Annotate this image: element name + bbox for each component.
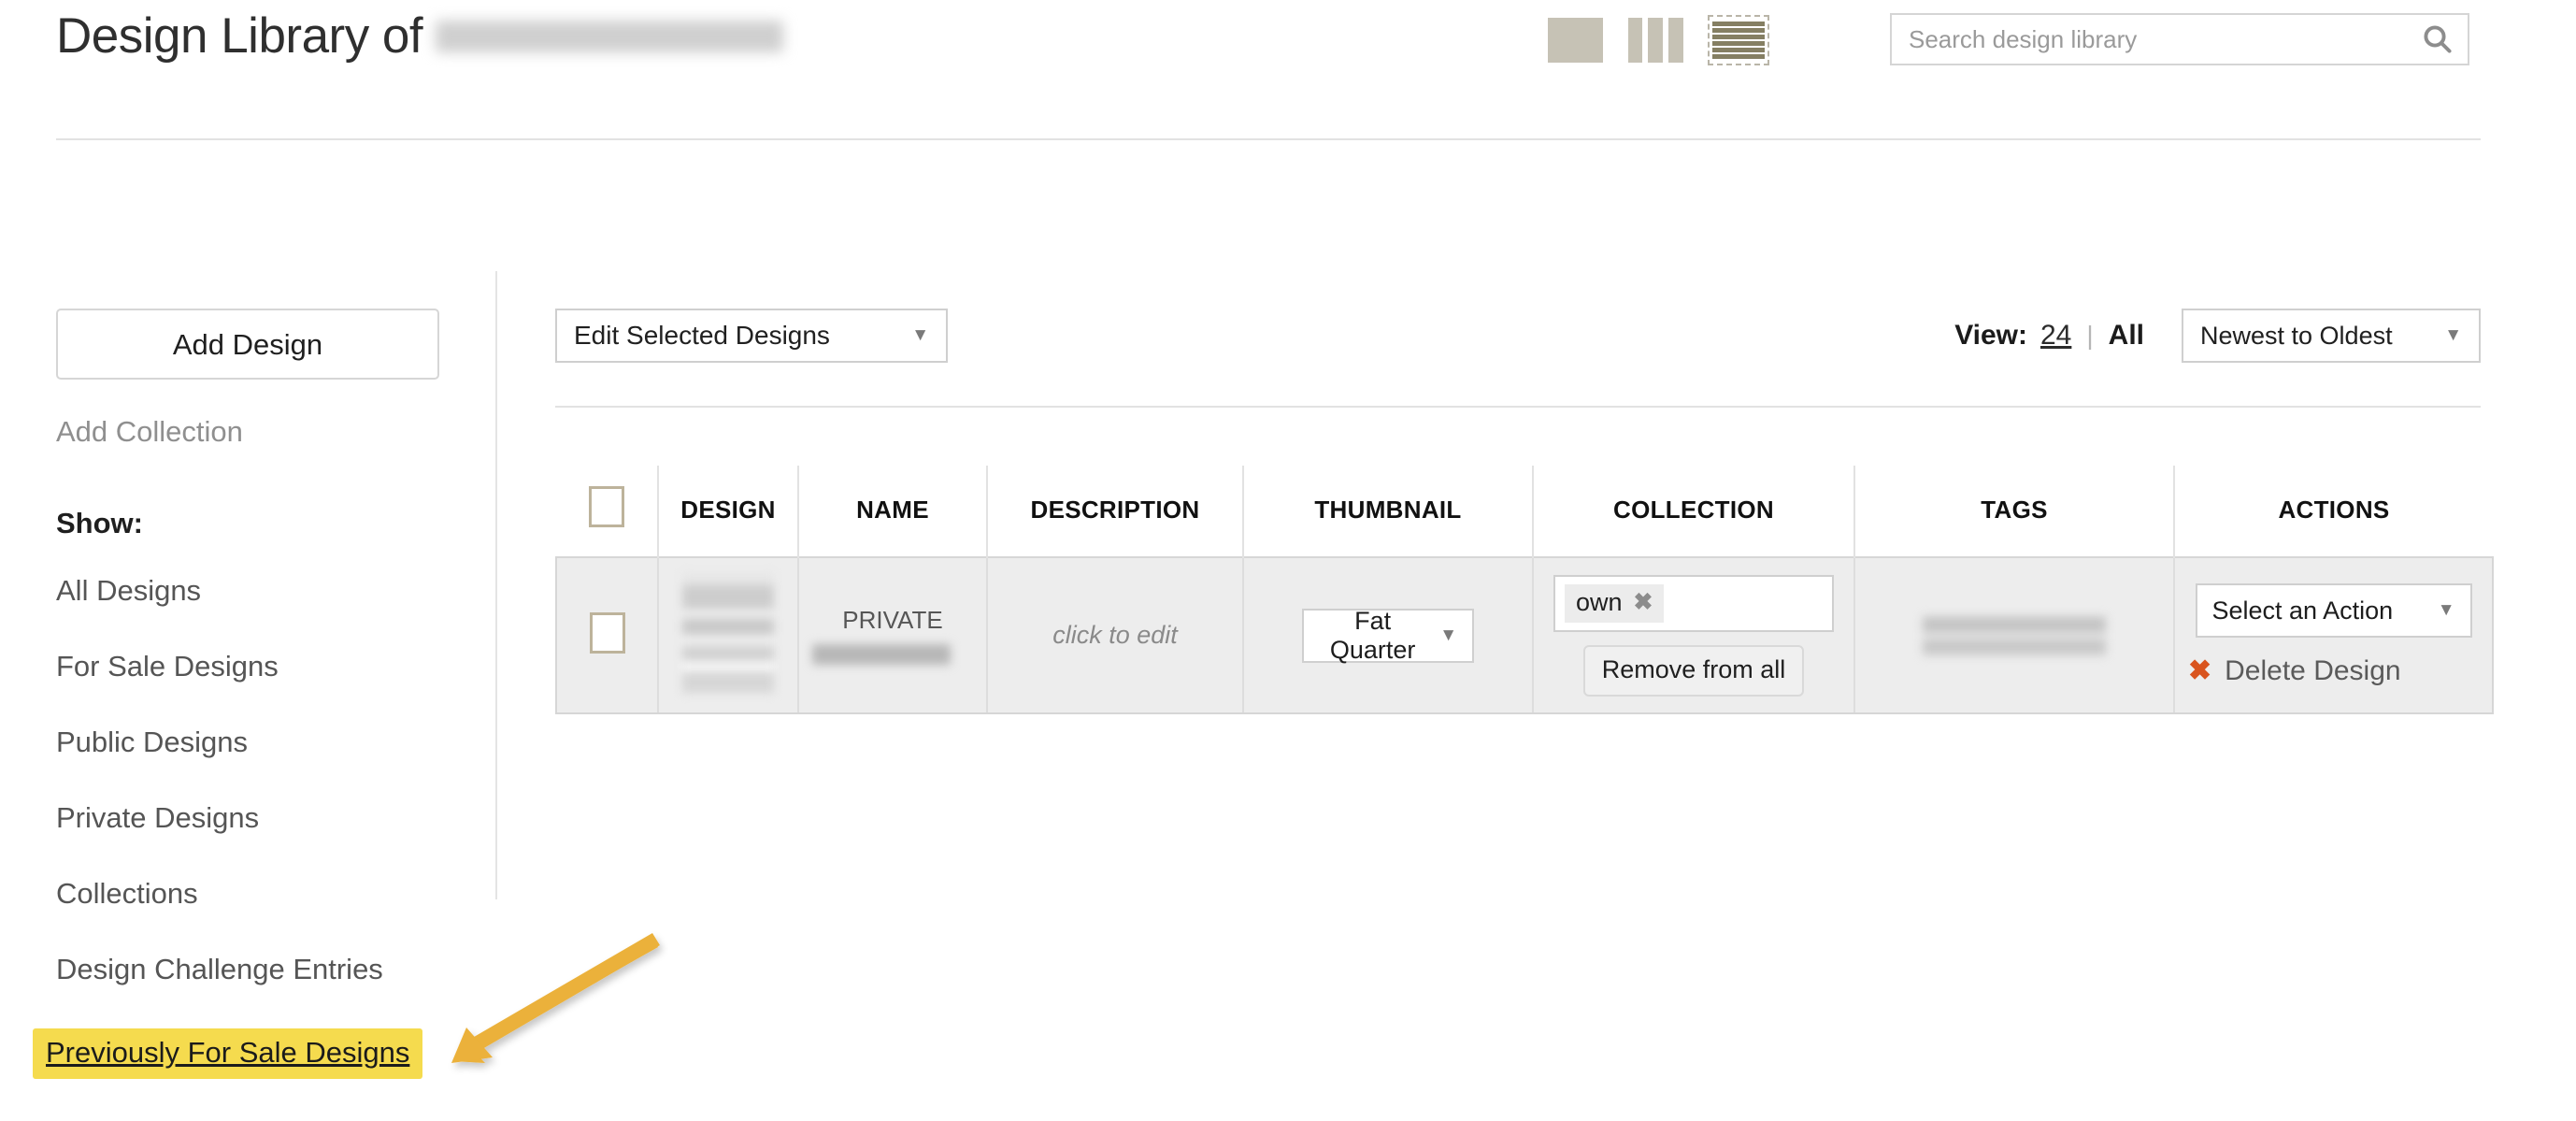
column-header-collection: COLLECTION (1532, 466, 1854, 557)
sort-order-select[interactable]: Newest to Oldest ▼ (2182, 309, 2481, 363)
search-input[interactable] (1892, 15, 2408, 64)
view-24-link[interactable]: 24 (2040, 320, 2071, 352)
edit-selected-designs-value: Edit Selected Designs (574, 321, 830, 350)
view-mode-toggle-group (1547, 15, 1769, 65)
remove-tag-icon[interactable]: ✖ (1634, 588, 1653, 616)
edit-selected-designs-select[interactable]: Edit Selected Designs ▼ (555, 309, 948, 363)
sidebar-nav-list: All Designs For Sale Designs Public Desi… (33, 574, 449, 1121)
designs-table-head: DESIGN NAME DESCRIPTION THUMBNAIL COLLEC… (556, 466, 2493, 557)
large-grid-glyph (1547, 18, 1603, 63)
row-name-cell: PRIVATE (797, 556, 987, 714)
toolbar-divider (555, 406, 2481, 408)
select-all-header (556, 466, 658, 557)
thumbnail-type-select[interactable]: Fat Quarter ▼ (1302, 606, 1474, 664)
table-header-row: DESIGN NAME DESCRIPTION THUMBNAIL COLLEC… (556, 466, 2493, 557)
row-collection-cell: own ✖ Remove from all (1532, 556, 1854, 714)
sidebar-item-all-designs[interactable]: All Designs (56, 574, 449, 608)
sort-order-value: Newest to Oldest (2200, 321, 2393, 350)
delete-design-label: Delete Design (2225, 654, 2401, 686)
design-privacy-label: PRIVATE (842, 606, 943, 634)
column-header-name: NAME (797, 466, 987, 557)
column-header-tags: TAGS (1853, 466, 2174, 557)
row-design-cell[interactable] (657, 556, 798, 714)
view-label: View: (1954, 320, 2027, 351)
collection-tag-label: own (1576, 587, 1623, 616)
search-icon[interactable] (2408, 22, 2468, 56)
sidebar-item-collections[interactable]: Collections (56, 877, 449, 911)
row-actions-cell: Select an Action ▼ ✖ Delete Design (2173, 556, 2494, 714)
select-all-checkbox[interactable] (589, 486, 624, 527)
column-grid-glyph (1627, 18, 1683, 63)
add-collection-link[interactable]: Add Collection (56, 415, 449, 449)
designs-table-body: PRIVATE click to edit Fat Quarter ▼ own … (555, 556, 2494, 714)
sidebar-divider (495, 271, 497, 899)
tags-redacted (1923, 610, 2106, 661)
designs-toolbar: Edit Selected Designs ▼ View: 24 | All N… (555, 309, 2481, 365)
remove-from-all-button[interactable]: Remove from all (1582, 644, 1805, 697)
sidebar-item-previously-for-sale-designs[interactable]: Previously For Sale Designs (33, 1028, 423, 1079)
page-title-text: Design Library of (56, 8, 423, 64)
chevron-down-icon: ▼ (2444, 325, 2462, 345)
column-header-description: DESCRIPTION (986, 466, 1243, 557)
thumbnail-type-value: Fat Quarter (1329, 606, 1416, 664)
view-controls: View: 24 | All Newest to Oldest ▼ (1954, 309, 2481, 363)
row-select-checkbox[interactable] (589, 612, 625, 654)
collection-tag-input[interactable]: own ✖ (1553, 574, 1834, 632)
sidebar: Add Design Add Collection Show: All Desi… (33, 309, 449, 1121)
header-divider (56, 138, 2481, 140)
select-action-value: Select an Action (2211, 596, 2394, 625)
chevron-down-icon: ▼ (1439, 625, 1457, 645)
list-view-glyph (1712, 20, 1765, 61)
chevron-down-icon: ▼ (2437, 600, 2455, 620)
show-label: Show: (56, 507, 143, 539)
view-all-link[interactable]: All (2109, 320, 2144, 352)
chevron-down-icon: ▼ (911, 325, 929, 345)
view-separator: | (2086, 321, 2094, 350)
delete-icon: ✖ (2188, 655, 2212, 686)
column-header-design: DESIGN (657, 466, 798, 557)
column-header-thumbnail: THUMBNAIL (1242, 466, 1533, 557)
row-tags-cell[interactable] (1853, 556, 2174, 714)
collection-tag-chip: own ✖ (1565, 583, 1665, 623)
sidebar-item-for-sale-designs[interactable]: For Sale Designs (56, 650, 449, 683)
designs-table: DESIGN NAME DESCRIPTION THUMBNAIL COLLEC… (555, 466, 2494, 714)
design-thumbnail-redacted (682, 573, 774, 693)
row-select-cell (555, 556, 658, 714)
page-header: Design Library of (0, 0, 2576, 140)
row-thumbnail-cell: Fat Quarter ▼ (1242, 556, 1533, 714)
page-title: Design Library of (56, 7, 784, 65)
column-header-actions: ACTIONS (2173, 466, 2493, 557)
table-row: PRIVATE click to edit Fat Quarter ▼ own … (555, 556, 2494, 714)
design-name-redacted (812, 644, 951, 665)
search-bar[interactable] (1890, 13, 2469, 65)
delete-design-button[interactable]: ✖ Delete Design (2188, 654, 2479, 687)
add-design-button[interactable]: Add Design (56, 309, 439, 380)
main-panel: Edit Selected Designs ▼ View: 24 | All N… (555, 309, 2494, 714)
username-redacted (436, 21, 784, 52)
sidebar-item-public-designs[interactable]: Public Designs (56, 726, 449, 759)
annotation-arrow-icon (451, 933, 660, 1063)
column-grid-view-icon[interactable] (1627, 18, 1683, 63)
large-grid-view-icon[interactable] (1547, 18, 1603, 63)
sidebar-item-private-designs[interactable]: Private Designs (56, 801, 449, 835)
description-edit-placeholder[interactable]: click to edit (1052, 621, 1178, 649)
list-view-icon[interactable] (1708, 15, 1769, 65)
row-description-cell[interactable]: click to edit (986, 556, 1243, 714)
select-action-dropdown[interactable]: Select an Action ▼ (2195, 583, 2472, 638)
